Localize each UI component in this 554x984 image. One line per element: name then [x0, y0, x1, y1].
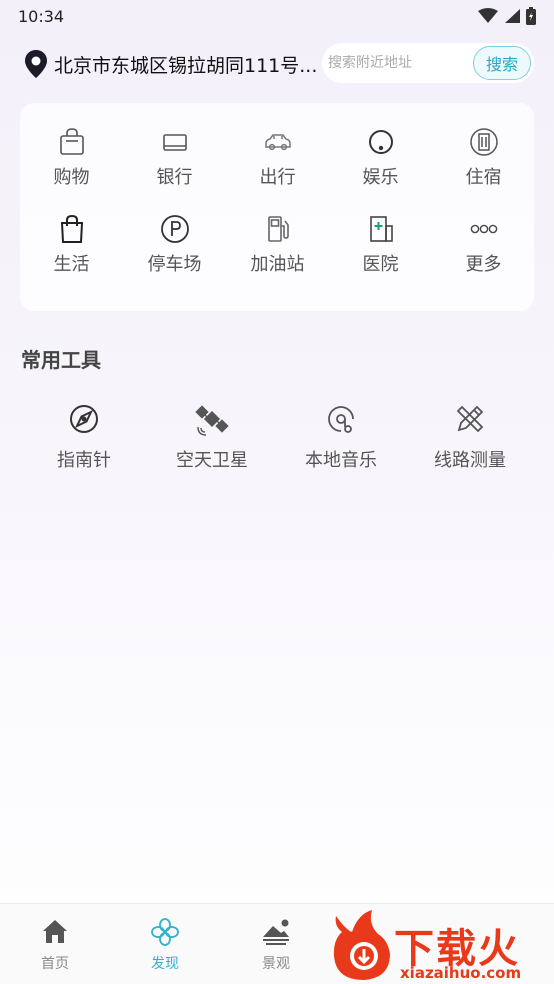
music-icon [328, 406, 354, 433]
search-box: 搜索 [322, 43, 534, 83]
tool-compass[interactable]: 指南针 [20, 402, 148, 482]
tool-label: 指南针 [57, 450, 111, 471]
tool-route-measure[interactable]: 线路测量 [406, 402, 534, 482]
category-label: 娱乐 [362, 167, 399, 188]
category-label: 生活 [53, 254, 90, 275]
status-icons [478, 7, 536, 25]
shopping-bag-icon [59, 128, 84, 155]
tool-label: 本地音乐 [305, 450, 377, 471]
tab-home[interactable]: 首页 [0, 904, 110, 984]
category-life[interactable]: 生活 [20, 212, 123, 292]
signal-icon [505, 9, 520, 23]
tab-landscape[interactable]: 景观 [221, 904, 331, 984]
tab-label: 发现 [151, 956, 179, 972]
tool-satellite[interactable]: 空天卫星 [148, 402, 276, 482]
more-icon [470, 224, 497, 234]
current-address[interactable]: 北京市东城区锡拉胡同111号... [54, 51, 320, 78]
tab-label: 景观 [262, 956, 290, 972]
life-bag-icon [60, 214, 83, 243]
landscape-icon [263, 919, 289, 945]
status-bar: 10:34 [0, 0, 554, 32]
category-bank[interactable]: 银行 [123, 125, 226, 205]
category-hospital[interactable]: 医院 [329, 212, 432, 292]
tool-label: 线路测量 [434, 450, 506, 471]
tab-discover[interactable]: 发现 [110, 904, 220, 984]
satellite-icon [195, 405, 229, 436]
category-card: 购物 银行 出行 娱乐 住宿 生活 停车场 加油站 医院 更多 [20, 103, 534, 311]
category-label: 更多 [465, 254, 502, 275]
parking-icon [160, 215, 189, 243]
home-icon [43, 920, 67, 943]
category-label: 住宿 [465, 167, 502, 188]
category-hotel[interactable]: 住宿 [432, 125, 535, 205]
compass-icon [70, 405, 98, 433]
location-row: 北京市东城区锡拉胡同111号... 搜索 [0, 40, 554, 88]
car-icon [264, 134, 291, 151]
location-pin-icon[interactable] [24, 50, 48, 78]
status-time: 10:34 [18, 6, 65, 26]
tool-label: 空天卫星 [176, 450, 248, 471]
discover-icon [151, 918, 179, 946]
battery-icon [526, 7, 536, 25]
category-more[interactable]: 更多 [432, 212, 535, 292]
category-label: 购物 [53, 167, 90, 188]
category-label: 银行 [156, 167, 193, 188]
search-button[interactable]: 搜索 [473, 46, 531, 80]
category-label: 出行 [259, 167, 296, 188]
tool-local-music[interactable]: 本地音乐 [277, 402, 405, 482]
bank-card-icon [162, 134, 187, 151]
hospital-icon [369, 216, 393, 242]
ruler-pencil-icon [456, 405, 484, 433]
category-label: 医院 [362, 254, 399, 275]
category-travel[interactable]: 出行 [226, 125, 329, 205]
hotel-icon [469, 128, 498, 156]
watermark-flame-logo-icon [333, 910, 390, 980]
gas-station-icon [267, 216, 289, 242]
category-shopping[interactable]: 购物 [20, 125, 123, 205]
wifi-icon [478, 8, 498, 23]
category-parking[interactable]: 停车场 [123, 212, 226, 292]
entertainment-icon [368, 130, 393, 154]
watermark-url: xiazaihuo.com [400, 964, 522, 982]
search-input[interactable] [328, 49, 468, 77]
tab-label: 首页 [41, 956, 69, 972]
category-entertainment[interactable]: 娱乐 [329, 125, 432, 205]
category-label: 加油站 [250, 254, 305, 275]
category-label: 停车场 [147, 254, 202, 275]
tools-section-title: 常用工具 [21, 348, 101, 372]
watermark: 下载火 xiazaihuo.com [328, 910, 550, 984]
category-gas-station[interactable]: 加油站 [226, 212, 329, 292]
